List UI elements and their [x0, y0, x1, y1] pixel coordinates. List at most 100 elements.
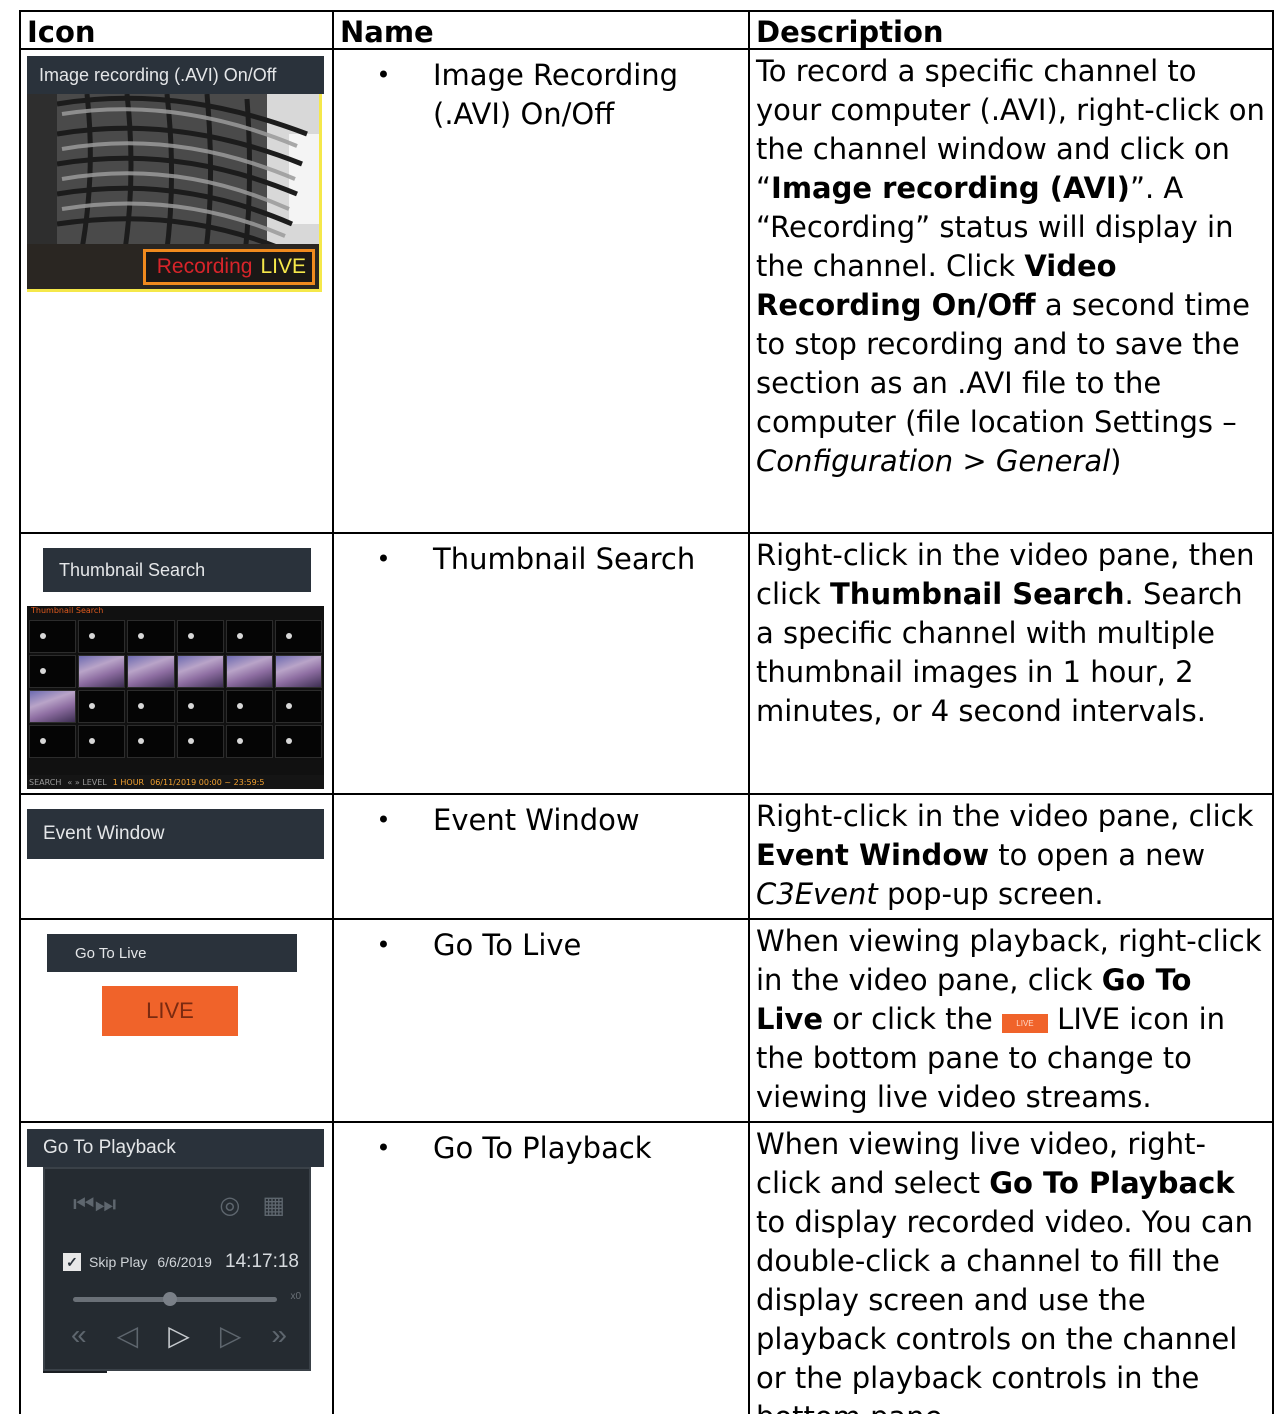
description-cell: When viewing playback, right-click in th… — [748, 918, 1274, 1123]
table-row: Thumbnail Search Thumbnail Search SEARCH… — [19, 532, 1274, 795]
thumbnail-window-title: Thumbnail Search — [31, 606, 104, 615]
description-cell: When viewing live video, right-click and… — [748, 1121, 1274, 1414]
panel-underline — [43, 1371, 107, 1373]
thumbnail-cell — [176, 690, 224, 723]
header-description: Description — [748, 10, 1274, 50]
desc-bold: Thumbnail Search — [830, 577, 1125, 611]
thumbnail-cell — [78, 725, 126, 758]
name-cell: • Go To Live — [332, 918, 750, 1123]
table-row: Image recording (.AVI) On/Off Recording … — [19, 48, 1274, 534]
thumbnail-cell — [176, 725, 224, 758]
feature-table: Icon Name Description Image recording (.… — [19, 10, 1274, 1414]
desc-bold: Event Window — [756, 838, 990, 872]
description-cell: To record a specific channel to your com… — [748, 48, 1274, 534]
step-back-icon: ◁ — [116, 1320, 139, 1351]
recording-live-overlay: Recording LIVE — [143, 249, 315, 285]
icon-cell: Image recording (.AVI) On/Off Recording … — [19, 48, 334, 534]
thumbnail-cell — [225, 690, 273, 723]
desc-italic: Configuration > General — [756, 444, 1111, 478]
image-recording-screenshot: Image recording (.AVI) On/Off Recording … — [27, 56, 324, 296]
thumbnail-cell — [225, 655, 273, 688]
menu-item-event-window: Event Window — [27, 809, 324, 859]
thumbnail-cell — [176, 655, 224, 688]
bullet-icon: • — [376, 1134, 391, 1162]
thumbnail-cell — [274, 725, 322, 758]
playback-top-icons: ⏮ ⏭ ◎ ▦ — [73, 1191, 285, 1220]
feature-name: Thumbnail Search — [433, 542, 696, 576]
desc-text: or click the — [823, 1002, 1002, 1036]
feature-name: Image Recording (.AVI) On/Off — [433, 58, 679, 131]
footer-search: SEARCH — [29, 777, 62, 787]
play-icon: ▷ — [168, 1320, 190, 1351]
menu-item-thumbnail-search: Thumbnail Search — [43, 548, 311, 592]
skip-play-label: Skip Play — [89, 1254, 148, 1270]
bullet-icon: • — [376, 545, 391, 573]
thumbnail-cell — [29, 655, 77, 688]
name-cell: • Go To Playback — [332, 1121, 750, 1414]
playback-time: 14:17:18 — [225, 1251, 299, 1272]
thumbnail-cell — [176, 620, 224, 653]
thumbnail-cell — [78, 620, 126, 653]
menu-item-go-to-playback: Go To Playback — [27, 1129, 324, 1167]
menu-item-go-to-live: Go To Live — [47, 934, 297, 972]
playback-control-panel: ⏮ ⏭ ◎ ▦ ✓ Skip Play 6/6/2019 14:17:18 x0… — [43, 1167, 311, 1371]
thumbnail-cell — [127, 725, 175, 758]
footer-level: LEVEL — [82, 777, 107, 787]
thumbnail-search-window: Thumbnail Search SEARCH « » LEVEL 1 HOUR… — [27, 606, 324, 789]
desc-text: pop-up screen. — [877, 877, 1104, 911]
backup-disc-icon: ◎ — [219, 1192, 241, 1219]
desc-italic: C3Event — [756, 877, 878, 911]
skip-back-icon: ⏮ — [73, 1191, 95, 1218]
bullet-icon: • — [376, 806, 391, 834]
table-row: Go To Live LIVE • Go To Live When viewing… — [19, 918, 1274, 1123]
slider-knob — [163, 1292, 177, 1306]
desc-text: Right-click in the video pane, click — [756, 799, 1254, 833]
thumbnail-cell — [29, 725, 77, 758]
description-cell: Right-click in the video pane, click Eve… — [748, 793, 1274, 920]
thumbnail-cell — [78, 690, 126, 723]
thumbnail-cell — [78, 655, 126, 688]
thumbnail-cell — [127, 620, 175, 653]
footer-hour: 1 HOUR — [112, 777, 145, 787]
footer-level-group: « » LEVEL — [67, 777, 107, 787]
footer-range: 06/11/2019 00:00 ~ 23:59:5 — [150, 777, 265, 787]
checkbox-checked-icon: ✓ — [63, 1253, 81, 1271]
thumbnail-cell — [274, 690, 322, 723]
thumbnail-grid — [27, 618, 324, 760]
icon-cell: Thumbnail Search Thumbnail Search SEARCH… — [19, 532, 334, 795]
feature-name: Go To Live — [433, 928, 582, 962]
feature-name: Go To Playback — [433, 1131, 652, 1165]
thumbnail-cell — [225, 725, 273, 758]
menu-item-image-recording: Image recording (.AVI) On/Off — [27, 56, 324, 94]
table-row: Go To Playback ⏮ ⏭ ◎ ▦ ✓ Skip Play 6/6/2… — [19, 1121, 1274, 1414]
header-icon: Icon — [19, 10, 334, 50]
fast-forward-icon: » — [271, 1319, 287, 1350]
name-cell: • Event Window — [332, 793, 750, 920]
table-row: Event Window • Event Window Right-click i… — [19, 793, 1274, 920]
live-indicator: LIVE — [260, 255, 306, 278]
calendar-icon: ▦ — [262, 1192, 285, 1219]
desc-bold: Image recording (AVI) — [771, 171, 1130, 205]
feature-name: Event Window — [433, 803, 640, 837]
icon-cell: Go To Playback ⏮ ⏭ ◎ ▦ ✓ Skip Play 6/6/2… — [19, 1121, 334, 1414]
bullet-icon: • — [376, 61, 391, 89]
live-icon: LIVE — [1001, 1014, 1048, 1033]
icon-cell: Go To Live LIVE — [19, 918, 334, 1123]
thumbnail-cell — [127, 655, 175, 688]
thumbnail-cell — [29, 620, 77, 653]
bullet-icon: • — [376, 931, 391, 959]
thumbnail-cell — [274, 620, 322, 653]
recording-status: Recording — [156, 255, 253, 278]
camera-frame: Recording LIVE — [27, 94, 322, 292]
name-cell: • Image Recording (.AVI) On/Off — [332, 48, 750, 534]
desc-bold: Go To Playback — [989, 1166, 1235, 1200]
desc-text: ) — [1110, 444, 1122, 478]
thumbnail-cell — [29, 690, 77, 723]
skip-play-row: ✓ Skip Play 6/6/2019 14:17:18 — [63, 1251, 299, 1273]
desc-text: to open a new — [989, 838, 1206, 872]
step-forward-icon: ▷ — [219, 1320, 242, 1351]
thumbnail-cell — [127, 690, 175, 723]
description-cell: Right-click in the video pane, then clic… — [748, 532, 1274, 795]
desc-text: to display recorded video. You can doubl… — [756, 1205, 1254, 1414]
header-name: Name — [332, 10, 750, 50]
